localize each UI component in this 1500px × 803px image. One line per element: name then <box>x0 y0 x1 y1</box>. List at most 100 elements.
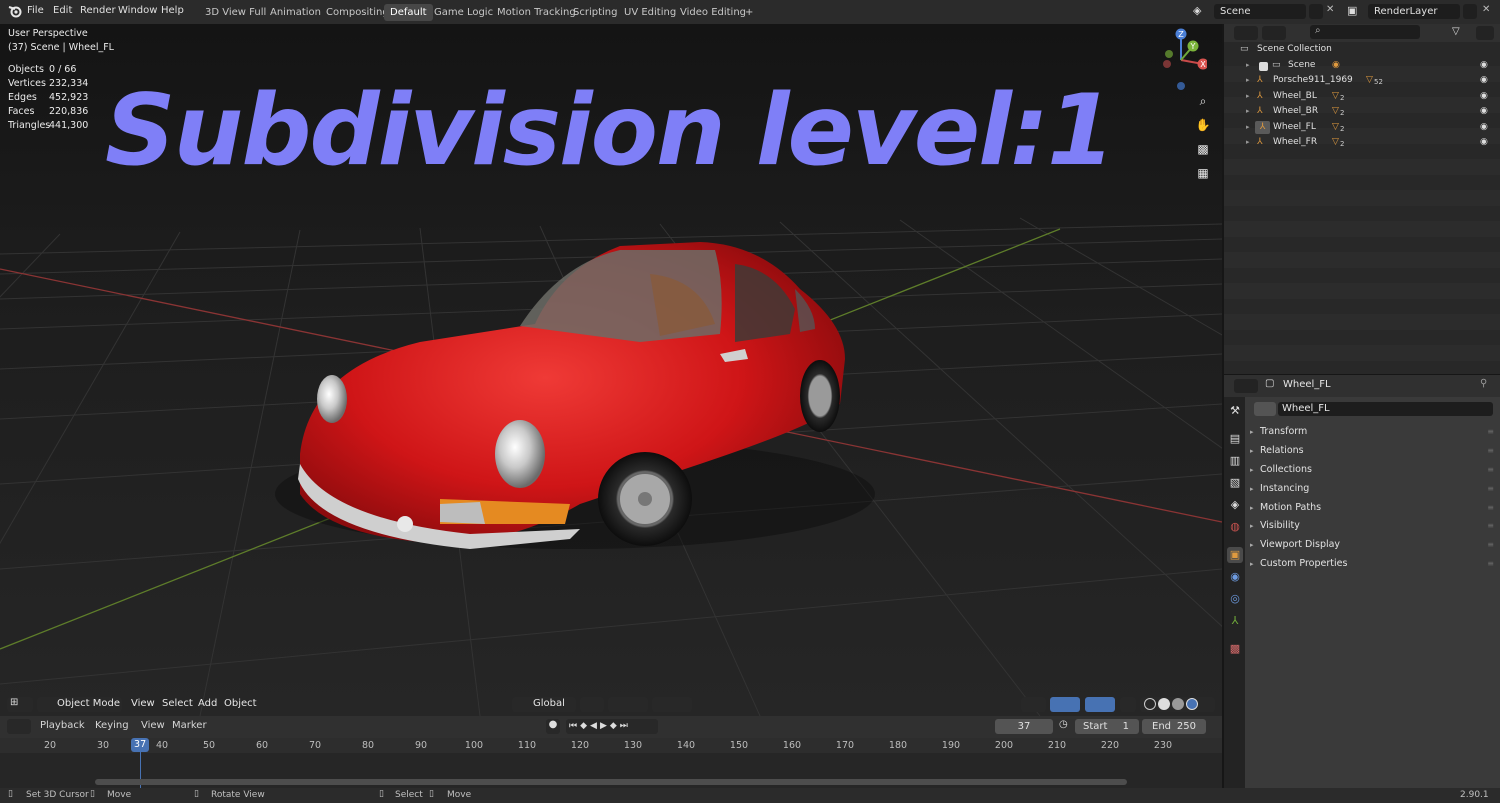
render-tab-icon[interactable]: ▤ <box>1227 431 1243 447</box>
marker-menu[interactable]: Marker <box>172 720 207 731</box>
zoom-icon[interactable]: ⌕ <box>1194 94 1212 112</box>
object-tab-icon[interactable]: ▣ <box>1227 547 1243 563</box>
blender-logo-icon[interactable] <box>8 4 22 18</box>
texture-tab-icon[interactable]: ▩ <box>1227 641 1243 657</box>
timeline-scrollbar[interactable] <box>95 779 1127 785</box>
pan-hand-icon[interactable]: ✋ <box>1194 118 1212 136</box>
world-tab-icon[interactable]: ◍ <box>1227 519 1243 535</box>
render-layer-copy-icon[interactable] <box>1463 4 1477 19</box>
scene-copy-icon[interactable] <box>1309 4 1323 19</box>
view-layer-tab-icon[interactable]: ▧ <box>1227 475 1243 491</box>
pin-icon[interactable]: ⚲ <box>1480 378 1487 389</box>
panel-custom-properties[interactable]: ▸ Custom Properties ≡ <box>1250 555 1496 573</box>
properties-editor[interactable]: ▢ Wheel_FL ⚲ ⚒ ▤ ▥ ▧ ◈ ◍ ▣ ◉ ◎ ⅄ ▩ Wheel… <box>1224 375 1500 788</box>
tab-3d-view-full[interactable]: 3D View Full <box>199 4 272 21</box>
display-mode-dropdown[interactable] <box>1262 26 1286 40</box>
outliner-row-wheel-bl[interactable]: ▸ ⅄ Wheel_BL ▽ 2 ◉ <box>1224 89 1500 105</box>
scene-field[interactable]: Scene <box>1214 4 1306 19</box>
filter-icon[interactable]: ▽ <box>1452 26 1460 37</box>
object-name-field[interactable]: Wheel_FL <box>1278 402 1493 416</box>
start-frame-field[interactable]: Start 1 <box>1075 719 1139 734</box>
3d-viewport[interactable]: User Perspective (37) Scene | Wheel_FL O… <box>0 24 1222 716</box>
panel-transform[interactable]: ▸ Transform ≡ <box>1250 423 1496 441</box>
clock-icon[interactable]: ◷ <box>1059 719 1068 730</box>
proportional-edit-toggle[interactable] <box>652 697 692 712</box>
material-shading-icon[interactable] <box>1172 698 1184 710</box>
keying-menu[interactable]: Keying <box>95 720 129 731</box>
tab-default[interactable]: Default <box>384 4 433 21</box>
expand-arrow-icon[interactable]: ▸ <box>1246 135 1250 151</box>
current-frame-field[interactable]: 37 <box>995 719 1053 734</box>
playback-controls[interactable]: ⏮◆◀▶◆⏭ <box>566 719 658 734</box>
expand-arrow-icon[interactable]: ▸ <box>1246 89 1250 105</box>
tab-animation[interactable]: Animation <box>264 4 327 21</box>
outliner-row-porsche[interactable]: ▸ ⅄ Porsche911_1969 ▽ 52 ◉ <box>1224 73 1500 89</box>
tab-uv-editing[interactable]: UV Editing <box>618 4 682 21</box>
drag-grip-icon[interactable]: ≡ <box>1487 442 1494 460</box>
visibility-eye-icon[interactable]: ◉ <box>1480 104 1488 120</box>
drag-grip-icon[interactable]: ≡ <box>1487 461 1494 479</box>
navigation-gizmo[interactable]: Z X Y <box>1155 28 1207 92</box>
ortho-grid-icon[interactable]: ▦ <box>1194 166 1212 184</box>
panel-instancing[interactable]: ▸ Instancing ≡ <box>1250 480 1496 498</box>
panel-viewport-display[interactable]: ▸ Viewport Display ≡ <box>1250 536 1496 554</box>
visibility-eye-icon[interactable]: ◉ <box>1480 58 1488 74</box>
outliner-row-wheel-fr[interactable]: ▸ ⅄ Wheel_FR ▽ 2 ◉ <box>1224 135 1500 151</box>
view-menu[interactable]: View <box>126 695 160 713</box>
visibility-eye-icon[interactable]: ◉ <box>1480 73 1488 89</box>
render-layer-icon[interactable]: ▣ <box>1347 4 1357 17</box>
outliner-row-wheel-fl[interactable]: ▸ ⅄ Wheel_FL ▽ 2 ◉ <box>1224 120 1500 136</box>
outliner-row-scene[interactable]: ▸ ▭ Scene ◉ ◉ <box>1224 58 1500 74</box>
end-frame-field[interactable]: End 250 <box>1142 719 1206 734</box>
datablock-browse-dropdown[interactable] <box>1254 402 1276 416</box>
scene-icon[interactable]: ◈ <box>1193 4 1201 17</box>
gizmo-toggle[interactable] <box>1050 697 1080 712</box>
outliner[interactable]: ⌕ ▽ ▭ Scene Collection ▸ ▭ Scene ◉ ◉ ▸ ⅄… <box>1224 24 1500 374</box>
constraints-tab-icon[interactable]: ◎ <box>1227 591 1243 607</box>
solid-shading-icon[interactable] <box>1158 698 1170 710</box>
playback-menu[interactable]: Playback <box>40 720 85 731</box>
render-layer-close-icon[interactable]: ✕ <box>1482 4 1490 15</box>
object-menu[interactable]: Object <box>219 695 262 713</box>
visibility-eye-icon[interactable]: ◉ <box>1480 120 1488 136</box>
panel-motion-paths[interactable]: ▸ Motion Paths ≡ <box>1250 499 1496 517</box>
select-menu[interactable]: Select <box>157 695 198 713</box>
add-menu[interactable]: Add <box>193 695 222 713</box>
drag-grip-icon[interactable]: ≡ <box>1487 423 1494 441</box>
panel-collections[interactable]: ▸ Collections ≡ <box>1250 461 1496 479</box>
panel-relations[interactable]: ▸ Relations ≡ <box>1250 442 1496 460</box>
timeline-view-menu[interactable]: View <box>141 720 165 731</box>
drag-grip-icon[interactable]: ≡ <box>1487 555 1494 573</box>
timeline-editor-type[interactable] <box>7 719 31 734</box>
panel-visibility[interactable]: ▸ Visibility ≡ <box>1250 517 1496 535</box>
drag-grip-icon[interactable]: ≡ <box>1487 536 1494 554</box>
tool-tab-icon[interactable]: ⚒ <box>1227 403 1243 419</box>
rendered-shading-icon[interactable] <box>1186 698 1198 710</box>
outliner-row-wheel-br[interactable]: ▸ ⅄ Wheel_BR ▽ 2 ◉ <box>1224 104 1500 120</box>
checkbox-icon[interactable] <box>1259 61 1268 71</box>
visibility-eye-icon[interactable]: ◉ <box>1480 89 1488 105</box>
visibility-eye-icon[interactable]: ◉ <box>1480 135 1488 151</box>
menu-help[interactable]: Help <box>161 5 184 16</box>
expand-arrow-icon[interactable]: ▸ <box>1246 120 1250 136</box>
snap-toggle[interactable] <box>608 697 648 712</box>
record-button[interactable]: ● <box>546 719 560 734</box>
expand-arrow-icon[interactable]: ▸ <box>1246 104 1250 120</box>
render-layer-field[interactable]: RenderLayer <box>1368 4 1460 19</box>
expand-arrow-icon[interactable]: ▸ <box>1246 58 1250 74</box>
drag-grip-icon[interactable]: ≡ <box>1487 480 1494 498</box>
properties-editor-type[interactable] <box>1234 379 1258 393</box>
output-tab-icon[interactable]: ▥ <box>1227 453 1243 469</box>
tab-game-logic[interactable]: Game Logic <box>428 4 499 21</box>
pivot-dropdown[interactable] <box>580 697 604 712</box>
drag-grip-icon[interactable]: ≡ <box>1487 499 1494 517</box>
menu-file[interactable]: File <box>27 5 44 16</box>
menu-render[interactable]: Render <box>80 5 116 16</box>
physics-tab-icon[interactable]: ◉ <box>1227 569 1243 585</box>
add-workspace-button[interactable]: + <box>739 4 759 21</box>
camera-view-icon[interactable]: ▩ <box>1194 142 1212 160</box>
outliner-row-scene-collection[interactable]: ▭ Scene Collection <box>1224 42 1500 58</box>
outliner-search-input[interactable]: ⌕ <box>1310 25 1420 39</box>
new-collection-icon[interactable] <box>1476 26 1494 40</box>
scene-close-icon[interactable]: ✕ <box>1326 4 1334 15</box>
